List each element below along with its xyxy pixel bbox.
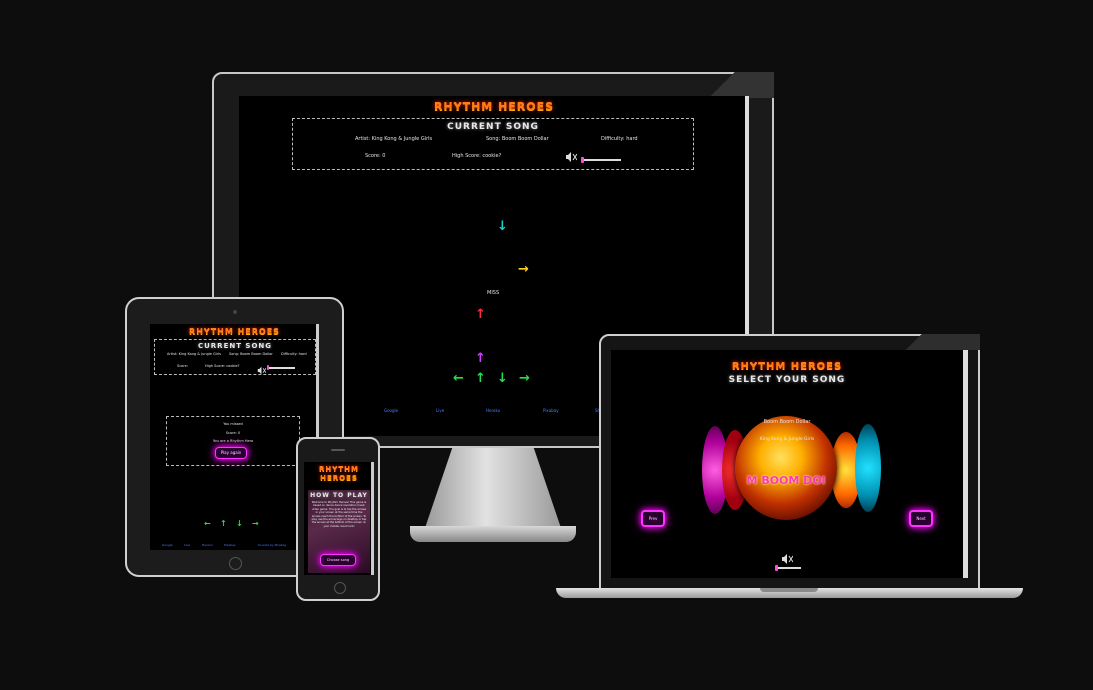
instructions-text: Welcome to Rhythm Heroes! This game is b… [311, 501, 367, 528]
footer-link[interactable]: Pixabay [224, 543, 236, 547]
how-to-play-card: HOW TO PLAY Welcome to Rhythm Heroes! Th… [308, 490, 370, 573]
footer-link[interactable]: Heroku [486, 408, 500, 413]
footer-link[interactable]: Google [162, 543, 173, 547]
current-song-panel: CURRENT SONG Artist: King Kong & Jungle … [292, 118, 694, 170]
monitor-stand [425, 448, 561, 528]
high-score-label: High Score: cookie? [452, 153, 502, 159]
current-song-panel: CURRENT SONG Artist: King Kong & Jungle … [154, 339, 316, 375]
next-button[interactable]: Next [909, 510, 933, 527]
volume-slider[interactable] [581, 159, 621, 161]
target-arrow-up-icon[interactable]: ↑ [475, 372, 486, 385]
footer-link[interactable]: Live [436, 408, 444, 413]
miss-text: MISS [487, 290, 500, 296]
game-over-panel: You missed Score: 0 You are a Rhythm Her… [166, 416, 300, 466]
volume-slider[interactable] [267, 367, 295, 369]
tablet-screen: RHYTHM HEROES CURRENT SONG Artist: King … [150, 324, 319, 550]
end-line-2: Score: 0 [225, 431, 241, 435]
play-again-button[interactable]: Play again [215, 447, 247, 459]
volume-slider-knob[interactable] [775, 565, 778, 571]
home-button[interactable] [229, 557, 242, 570]
app-title: RHYTHM HEROES [433, 100, 555, 113]
target-arrow-left-icon[interactable]: ← [204, 520, 211, 528]
end-line-3: You are a Rhythm Hero [212, 439, 254, 443]
target-arrow-down-icon[interactable]: ↓ [236, 520, 243, 528]
footer-link[interactable]: Heroku [202, 543, 213, 547]
artist-label: Artist: King Kong & Jungle Girls [355, 136, 433, 142]
laptop-notch [760, 588, 818, 592]
target-arrow-right-icon[interactable]: → [252, 520, 259, 528]
arrow-up-icon: ↑ [475, 351, 486, 366]
difficulty-label: Difficulty: hard [601, 136, 638, 142]
song-label: Song: Boom Boom Dollar [486, 136, 549, 142]
song-name: Boom Boom Dollar [763, 419, 811, 425]
end-line-1: You missed [223, 422, 243, 426]
speaker-icon [331, 449, 345, 451]
volume-slider-knob[interactable] [267, 365, 269, 370]
artist-label: Artist: King Kong & Jungle Girls [167, 352, 221, 356]
mute-icon[interactable] [257, 360, 267, 375]
laptop-screen: RHYTHM HEROES SELECT YOUR SONG M BOOM DO… [611, 350, 968, 578]
app-title: RHYTHM HEROES [319, 465, 359, 482]
target-arrow-down-icon[interactable]: ↓ [497, 372, 508, 385]
laptop: RHYTHM HEROES SELECT YOUR SONG M BOOM DO… [599, 334, 980, 590]
panel-title: CURRENT SONG [447, 122, 539, 132]
arrow-right-icon: → [518, 262, 529, 277]
footer-link[interactable]: Live [184, 543, 190, 547]
section-title: HOW TO PLAY [310, 492, 368, 499]
mute-icon[interactable] [781, 550, 794, 564]
score-label: Score: 0 [365, 153, 386, 159]
mute-icon[interactable] [565, 148, 578, 162]
monitor-base [410, 526, 576, 542]
artist-name: King Kong & Jungle Girls [759, 437, 815, 442]
target-arrow-up-icon[interactable]: ↑ [220, 520, 227, 528]
bezel-gloss [670, 72, 774, 98]
scrollbar[interactable] [371, 462, 374, 575]
app-title: RHYTHM HEROES [731, 361, 843, 372]
app-title: RHYTHM HEROES [189, 327, 280, 336]
volume-slider-knob[interactable] [581, 157, 584, 163]
phone: RHYTHM HEROES HOW TO PLAY Welcome to Rhy… [296, 437, 380, 601]
footer-link[interactable]: Sounds by Pixabay [258, 543, 286, 547]
footer-link[interactable]: Google [384, 408, 398, 413]
section-title: SELECT YOUR SONG [728, 375, 846, 385]
phone-screen: RHYTHM HEROES HOW TO PLAY Welcome to Rhy… [304, 462, 374, 575]
arrow-up-icon: ↑ [475, 307, 486, 322]
arrow-down-icon: ↓ [497, 219, 508, 234]
volume-slider[interactable] [775, 567, 801, 569]
target-arrow-right-icon[interactable]: → [519, 372, 530, 385]
footer-link[interactable]: Pixabay [543, 408, 559, 413]
camera-icon [233, 310, 237, 314]
difficulty-label: Difficulty: hard [281, 352, 307, 356]
cover-text: M BOOM DOl [746, 474, 826, 487]
panel-title: CURRENT SONG [197, 342, 273, 350]
choose-song-button[interactable]: Choose song [320, 554, 356, 566]
album-cover-main[interactable]: M BOOM DOl [735, 416, 837, 520]
score-label: Score: [177, 364, 188, 368]
target-arrow-left-icon[interactable]: ← [453, 372, 464, 385]
home-button[interactable] [334, 582, 346, 594]
high-score-label: High Score: cookie? [205, 364, 240, 368]
scrollbar[interactable] [963, 350, 968, 578]
bezel-gloss [831, 334, 980, 350]
song-label: Song: Boom Boom Dollar [229, 352, 273, 356]
prev-button[interactable]: Prev [641, 510, 665, 527]
